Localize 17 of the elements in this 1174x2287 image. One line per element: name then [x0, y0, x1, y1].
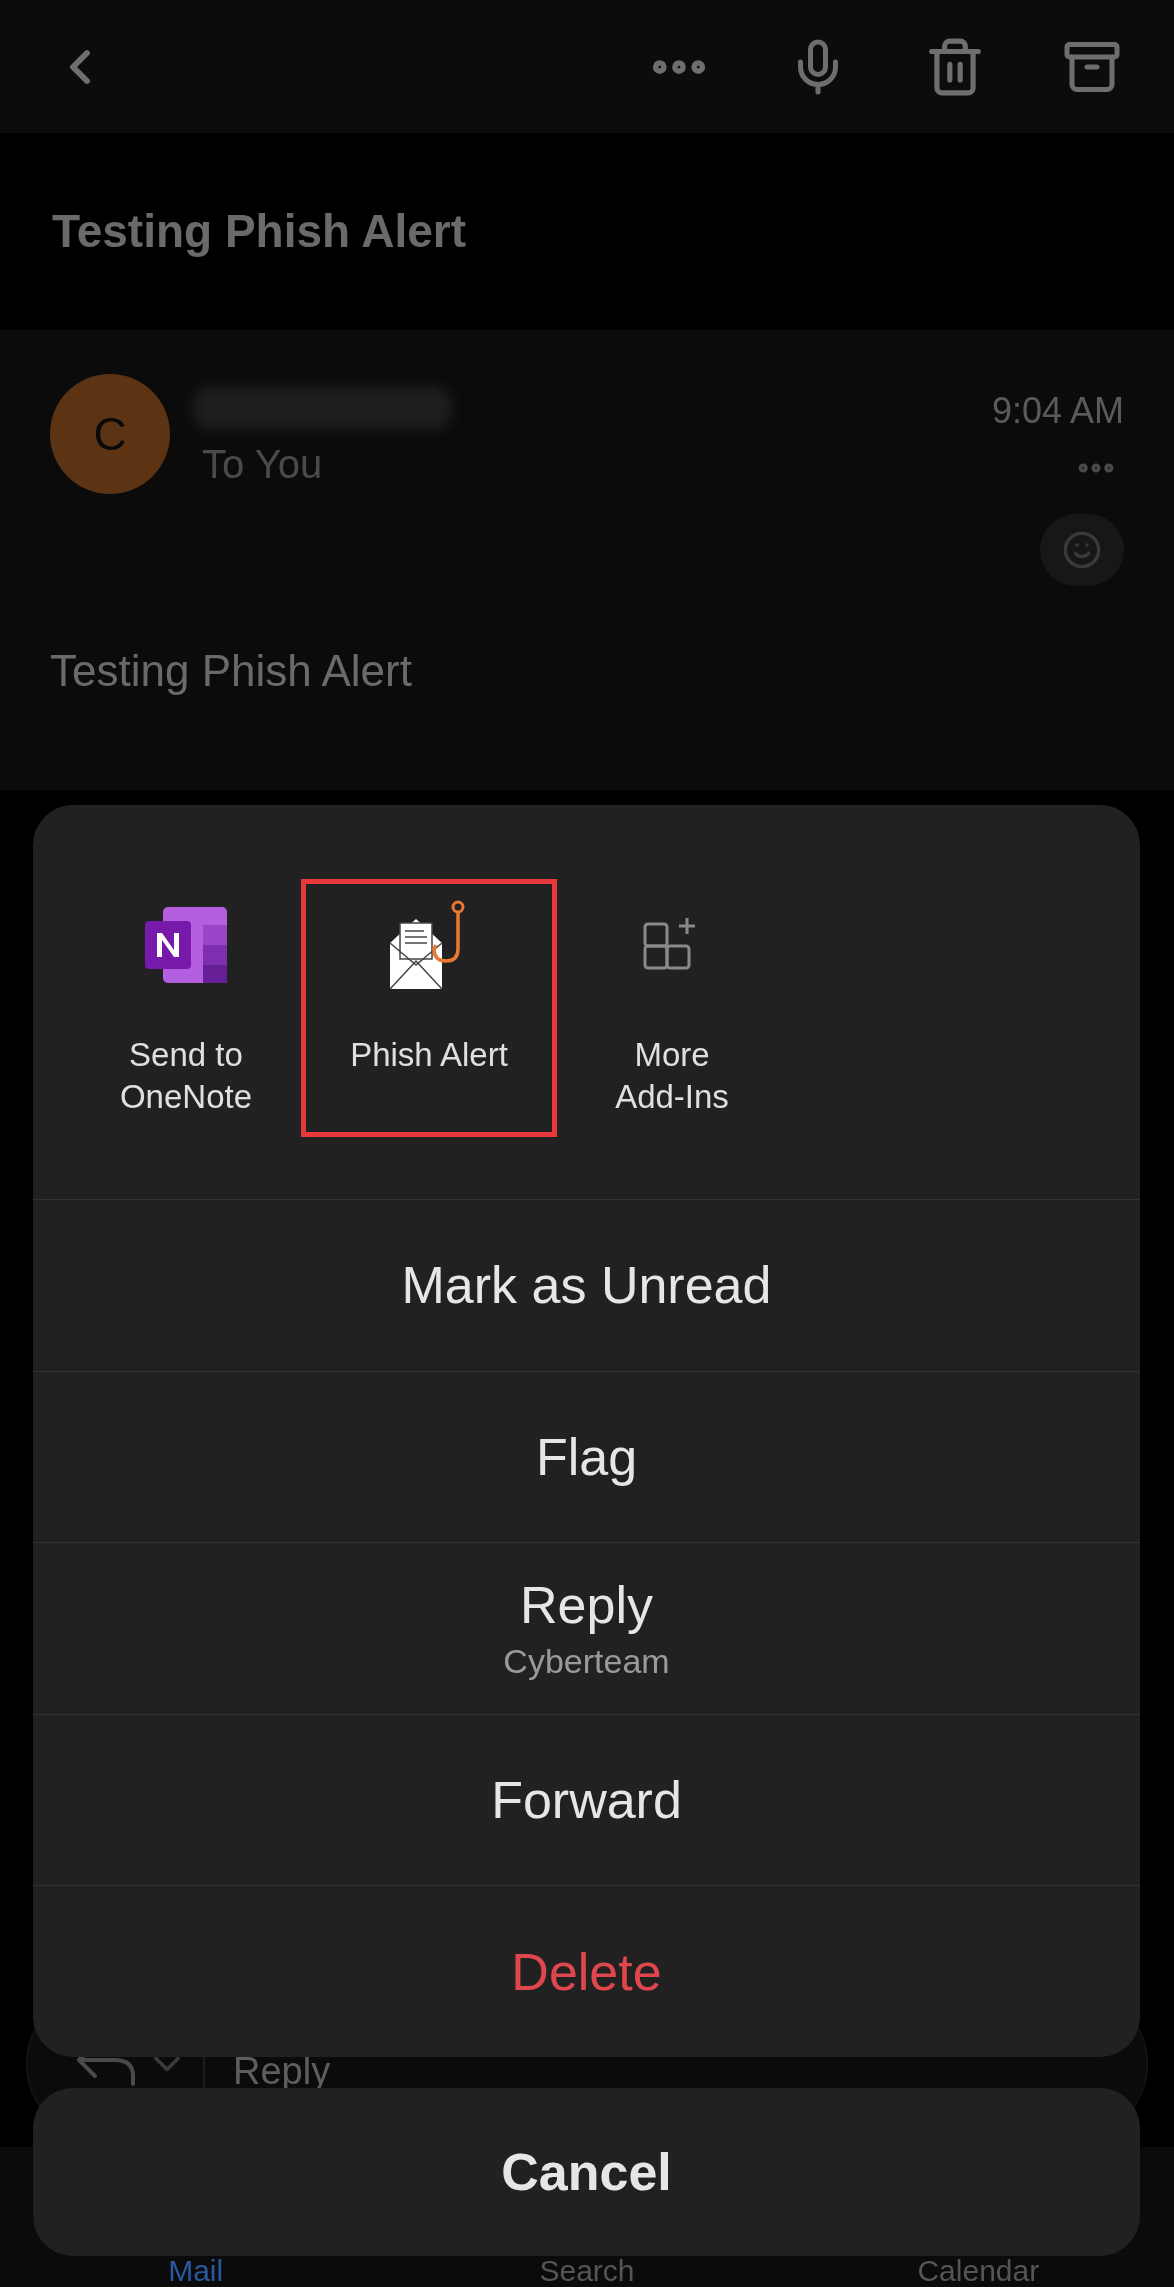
email-subject: Testing Phish Alert	[52, 204, 467, 259]
sender-avatar: C	[50, 374, 170, 494]
action-item[interactable]: Flag	[33, 1371, 1140, 1544]
action-item[interactable]: Forward	[33, 1714, 1140, 1887]
message-time: 9:04 AM	[991, 389, 1124, 433]
action-item[interactable]: Mark as Unread	[33, 1200, 1140, 1372]
smile-icon	[1062, 530, 1102, 570]
cancel-menu[interactable]: Cancel	[33, 2088, 1140, 2256]
action-item[interactable]: Reply Cyberteam	[33, 1543, 1140, 1715]
add-in-item[interactable]: More Add-Ins	[557, 879, 787, 1137]
reply-label: Reply	[233, 2056, 331, 2086]
action-item[interactable]: Delete	[33, 1886, 1140, 2057]
add-in-item[interactable]: Send to OneNote	[71, 879, 301, 1137]
notebook-app-icon	[143, 905, 229, 985]
message-body: Testing Phish Alert	[50, 645, 413, 697]
add-in-item[interactable]: Phish Alert	[301, 879, 557, 1137]
recipient-text: To You	[202, 441, 324, 488]
